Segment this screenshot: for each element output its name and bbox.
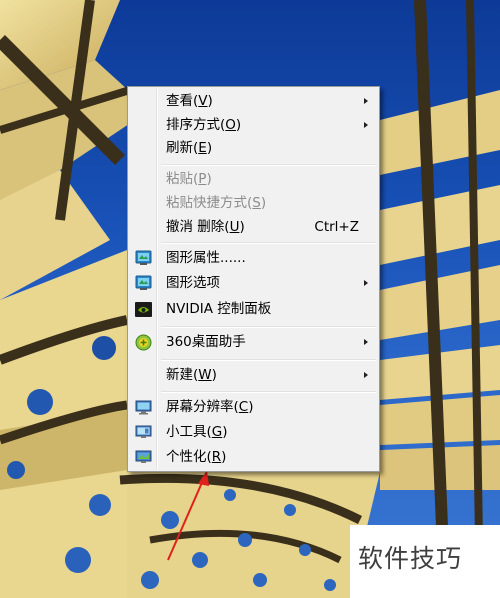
menu-item-paste[interactable]: 粘贴(P) — [130, 168, 377, 191]
menu-item-360-desktop-assistant[interactable]: 360桌面助手 — [130, 331, 377, 354]
menu-item-graphics-options[interactable]: 图形选项 — [130, 272, 377, 295]
menu-item-undo-delete[interactable]: 撤消 删除(U) Ctrl+Z — [130, 216, 377, 239]
shortcut-label: Ctrl+Z — [314, 219, 359, 235]
watermark: 软件技巧 — [350, 525, 500, 598]
desktop-context-menu: 查看(V) 排序方式(O) 刷新(E) 粘贴(P) 粘贴快捷方式(S) 撤消 删… — [127, 86, 380, 472]
menu-item-graphics-properties[interactable]: 图形属性...... — [130, 247, 377, 270]
menu-item-refresh[interactable]: 刷新(E) — [130, 137, 377, 160]
menu-separator — [161, 391, 376, 393]
submenu-arrow-icon — [364, 339, 368, 345]
desktop[interactable]: 查看(V) 排序方式(O) 刷新(E) 粘贴(P) 粘贴快捷方式(S) 撤消 删… — [0, 0, 500, 598]
360-icon — [135, 334, 152, 351]
menu-separator — [161, 359, 376, 361]
menu-item-view[interactable]: 查看(V) — [130, 90, 377, 113]
monitor-icon — [135, 400, 152, 415]
intel-graphics-icon — [135, 275, 152, 290]
menu-separator — [161, 164, 376, 166]
gadgets-icon — [135, 425, 152, 438]
menu-item-screen-resolution[interactable]: 屏幕分辨率(C) — [130, 396, 377, 419]
menu-item-nvidia-control-panel[interactable]: NVIDIA 控制面板 — [130, 298, 377, 321]
nvidia-icon — [135, 302, 152, 317]
submenu-arrow-icon — [364, 98, 368, 104]
menu-separator — [161, 242, 376, 244]
submenu-arrow-icon — [364, 122, 368, 128]
menu-separator — [161, 326, 376, 328]
intel-graphics-icon — [135, 250, 152, 265]
personalize-icon — [135, 450, 152, 463]
menu-item-paste-shortcut[interactable]: 粘贴快捷方式(S) — [130, 192, 377, 215]
submenu-arrow-icon — [364, 280, 368, 286]
menu-item-sort-by[interactable]: 排序方式(O) — [130, 114, 377, 137]
menu-item-new[interactable]: 新建(W) — [130, 364, 377, 387]
menu-item-personalize[interactable]: 个性化(R) — [130, 446, 377, 469]
submenu-arrow-icon — [364, 372, 368, 378]
watermark-text: 软件技巧 — [358, 544, 463, 573]
menu-item-gadgets[interactable]: 小工具(G) — [130, 421, 377, 444]
